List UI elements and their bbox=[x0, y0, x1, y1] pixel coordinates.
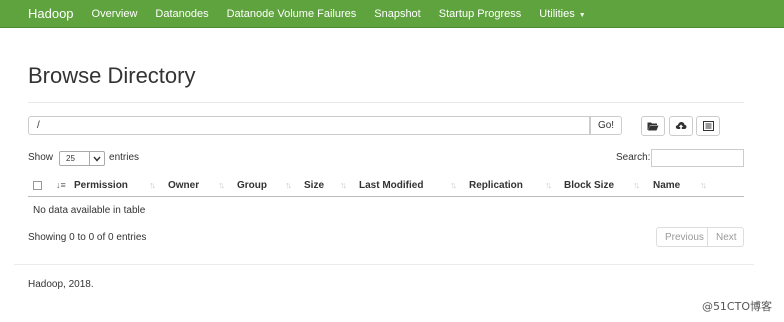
sort-icon: ↑↓ bbox=[285, 180, 292, 190]
create-directory-button[interactable] bbox=[641, 116, 665, 136]
column-header-block-size[interactable]: Block Size bbox=[564, 180, 614, 191]
empty-table-message: No data available in table bbox=[33, 205, 146, 216]
sort-icon: ↑↓ bbox=[700, 180, 707, 190]
list-alt-icon bbox=[702, 119, 714, 134]
cut-paste-button[interactable] bbox=[696, 116, 720, 136]
column-header-replication[interactable]: Replication bbox=[469, 180, 523, 191]
select-all-checkbox[interactable] bbox=[33, 181, 42, 190]
next-page-button[interactable]: Next bbox=[708, 227, 744, 247]
column-header-last-modified[interactable]: Last Modified bbox=[359, 180, 423, 191]
nav-utilities-label: Utilities bbox=[539, 7, 575, 20]
upload-cloud-icon bbox=[675, 119, 687, 134]
nav-startup-progress[interactable]: Startup Progress bbox=[439, 8, 522, 20]
table-header-row: ↓≡ Permission ↑↓ Owner ↑↓ Group ↑↓ Size … bbox=[28, 176, 744, 197]
nav-overview[interactable]: Overview bbox=[92, 8, 138, 20]
page-length-control: Show 25 entries bbox=[28, 150, 140, 166]
column-header-owner[interactable]: Owner bbox=[168, 180, 199, 191]
footer-divider bbox=[14, 264, 754, 265]
sort-icon: ↑↓ bbox=[450, 180, 457, 190]
page-title: Browse Directory bbox=[28, 63, 196, 88]
nav-datanode-volume-failures[interactable]: Datanode Volume Failures bbox=[227, 8, 357, 20]
footer-copyright: Hadoop, 2018. bbox=[28, 279, 94, 290]
column-header-size[interactable]: Size bbox=[304, 180, 324, 191]
directory-path-input[interactable] bbox=[28, 116, 590, 135]
folder-open-icon bbox=[647, 119, 659, 134]
sort-icon: ↑↓ bbox=[149, 180, 156, 190]
sort-icon: ↑↓ bbox=[545, 180, 552, 190]
nav-snapshot[interactable]: Snapshot bbox=[374, 8, 420, 20]
nav-utilities-dropdown[interactable]: Utilities ▼ bbox=[539, 8, 585, 20]
entries-label: entries bbox=[109, 152, 140, 163]
entries-per-page-select[interactable]: 25 bbox=[59, 151, 106, 166]
sort-icon: ↑↓ bbox=[633, 180, 640, 190]
search-label: Search: bbox=[616, 152, 651, 163]
previous-page-button[interactable]: Previous bbox=[656, 227, 708, 247]
sort-icon: ↑↓ bbox=[218, 180, 225, 190]
upload-files-button[interactable] bbox=[669, 116, 693, 136]
pagination: Previous Next bbox=[656, 227, 744, 247]
column-header-group[interactable]: Group bbox=[237, 180, 267, 191]
watermark: @51CTO博客 bbox=[701, 300, 772, 313]
chevron-down-icon bbox=[89, 152, 104, 165]
table-info: Showing 0 to 0 of 0 entries bbox=[28, 232, 147, 243]
column-header-name[interactable]: Name bbox=[653, 180, 680, 191]
entries-value: 25 bbox=[66, 154, 75, 163]
table-search-input[interactable] bbox=[651, 149, 744, 167]
brand-logo[interactable]: Hadoop bbox=[28, 6, 74, 21]
go-button[interactable]: Go! bbox=[590, 116, 622, 135]
show-label: Show bbox=[28, 152, 54, 163]
sort-icon: ↑↓ bbox=[340, 180, 347, 190]
sort-ascending-icon: ↓≡ bbox=[56, 180, 66, 190]
nav-datanodes[interactable]: Datanodes bbox=[155, 8, 208, 20]
column-header-permission[interactable]: Permission bbox=[74, 180, 128, 191]
caret-down-icon: ▼ bbox=[578, 11, 586, 19]
header-divider bbox=[28, 102, 744, 103]
top-navbar: Hadoop Overview Datanodes Datanode Volum… bbox=[0, 0, 784, 28]
